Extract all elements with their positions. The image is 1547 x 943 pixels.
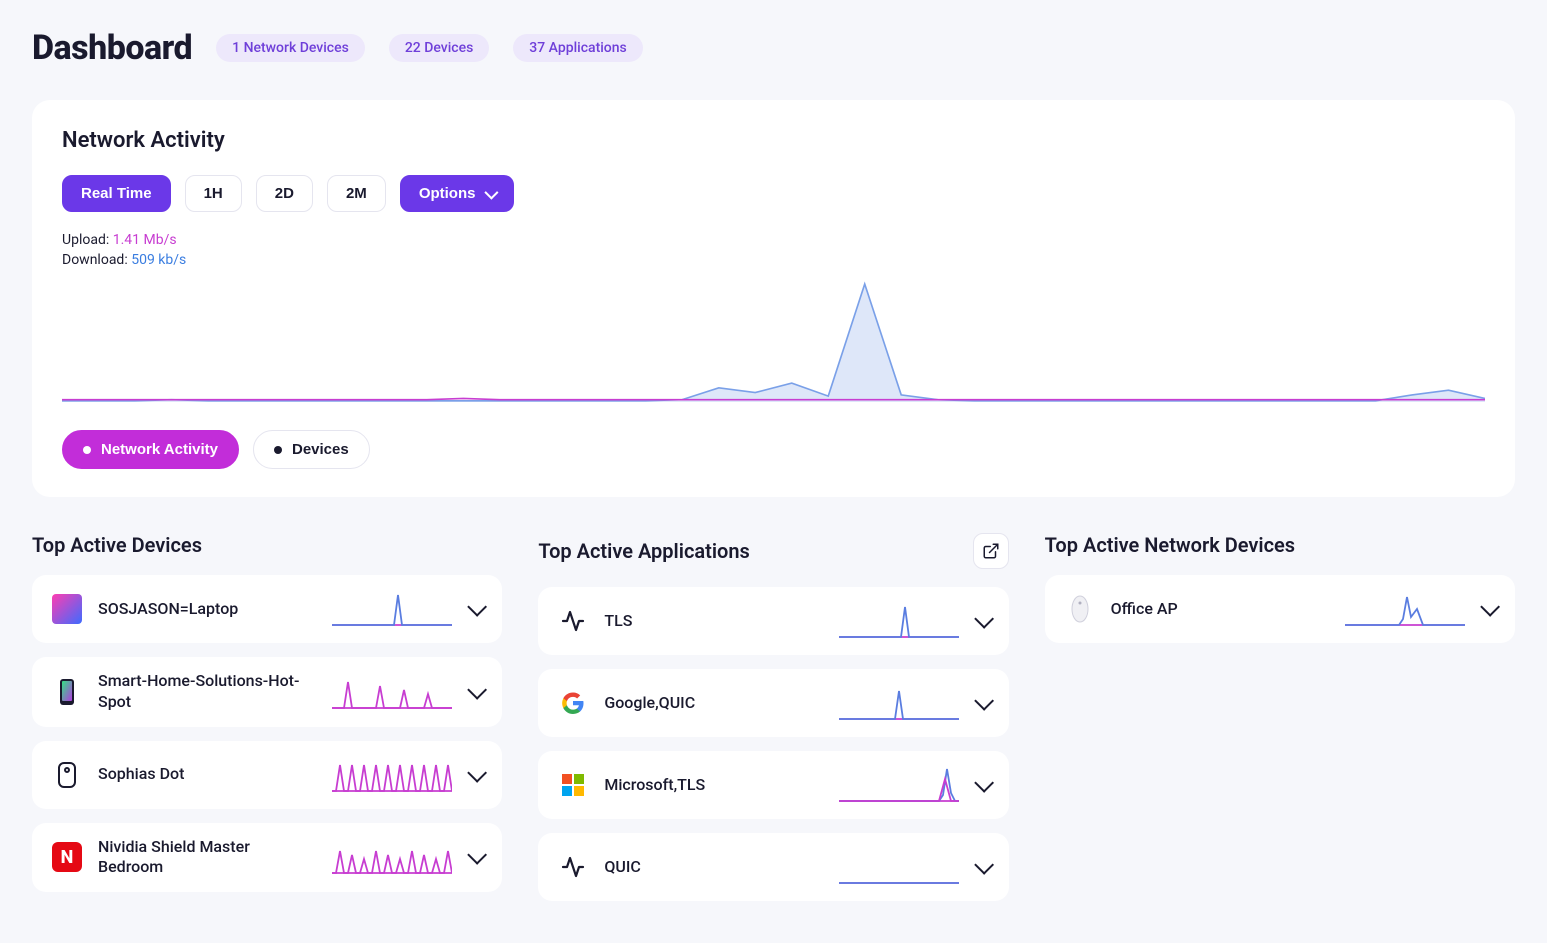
sparkline xyxy=(1345,589,1465,629)
list-item[interactable]: N Nividia Shield Master Bedroom xyxy=(32,823,502,893)
chevron-down-icon[interactable] xyxy=(468,845,488,865)
network-activity-chart xyxy=(62,278,1485,408)
top-active-applications-column: Top Active Applications TLS Google,QUIC Mi… xyxy=(538,533,1008,915)
badge-devices[interactable]: 22 Devices xyxy=(389,34,489,62)
sparkline xyxy=(332,672,452,712)
chevron-down-icon[interactable] xyxy=(974,773,994,793)
list-item[interactable]: Smart-Home-Solutions-Hot-Spot xyxy=(32,657,502,727)
top-active-network-devices-column: Top Active Network Devices Office AP xyxy=(1045,533,1515,915)
chevron-down-icon[interactable] xyxy=(974,855,994,875)
phone-icon xyxy=(52,677,82,707)
time-range-realtime[interactable]: Real Time xyxy=(62,175,171,212)
laptop-icon xyxy=(52,594,82,624)
toggle-label: Network Activity xyxy=(101,441,218,458)
download-label: Download: xyxy=(62,252,128,268)
microsoft-icon xyxy=(558,770,588,800)
list-item-label: Microsoft,TLS xyxy=(604,775,822,796)
sparkline xyxy=(839,683,959,723)
speaker-icon xyxy=(52,760,82,790)
list-item-label: TLS xyxy=(604,611,822,632)
google-icon xyxy=(558,688,588,718)
sparkline xyxy=(332,755,452,795)
dot-icon xyxy=(83,446,91,454)
list-item[interactable]: TLS xyxy=(538,587,1008,655)
activity-icon xyxy=(558,606,588,636)
column-title: Top Active Applications xyxy=(538,539,749,563)
list-item[interactable]: QUIC xyxy=(538,833,1008,901)
chevron-down-icon[interactable] xyxy=(468,680,488,700)
upload-label: Upload: xyxy=(62,232,109,248)
external-link-icon xyxy=(982,542,1000,560)
options-button[interactable]: Options xyxy=(400,175,515,212)
list-item[interactable]: SOSJASON=Laptop xyxy=(32,575,502,643)
netflix-icon: N xyxy=(52,842,82,872)
time-range-2d[interactable]: 2D xyxy=(256,175,313,212)
sparkline xyxy=(839,765,959,805)
chevron-down-icon[interactable] xyxy=(974,609,994,629)
chevron-down-icon[interactable] xyxy=(468,597,488,617)
list-item[interactable]: Office AP xyxy=(1045,575,1515,643)
chevron-down-icon xyxy=(485,185,499,199)
list-item-label: Sophias Dot xyxy=(98,764,316,785)
list-item-label: Nividia Shield Master Bedroom xyxy=(98,837,316,879)
badge-network-devices[interactable]: 1 Network Devices xyxy=(216,34,365,62)
external-link-button[interactable] xyxy=(973,533,1009,569)
time-range-2m[interactable]: 2M xyxy=(327,175,386,212)
network-activity-card: Network Activity Real Time 1H 2D 2M Opti… xyxy=(32,100,1515,497)
list-item-label: SOSJASON=Laptop xyxy=(98,599,316,620)
top-active-devices-column: Top Active Devices SOSJASON=Laptop Smart-… xyxy=(32,533,502,915)
badge-applications[interactable]: 37 Applications xyxy=(513,34,642,62)
activity-icon xyxy=(558,852,588,882)
column-title: Top Active Network Devices xyxy=(1045,533,1295,557)
toggle-network-activity[interactable]: Network Activity xyxy=(62,430,239,469)
sparkline xyxy=(332,589,452,629)
column-title: Top Active Devices xyxy=(32,533,202,557)
list-item-label: Google,QUIC xyxy=(604,693,822,714)
time-range-1h[interactable]: 1H xyxy=(185,175,242,212)
ap-icon xyxy=(1065,594,1095,624)
list-item[interactable]: Google,QUIC xyxy=(538,669,1008,737)
list-item-label: QUIC xyxy=(604,857,822,878)
list-item[interactable]: Microsoft,TLS xyxy=(538,751,1008,819)
sparkline xyxy=(332,837,452,877)
sparkline xyxy=(839,847,959,887)
list-item[interactable]: Sophias Dot xyxy=(32,741,502,809)
list-item-label: Smart-Home-Solutions-Hot-Spot xyxy=(98,671,316,713)
toggle-label: Devices xyxy=(292,441,349,458)
chevron-down-icon[interactable] xyxy=(468,763,488,783)
chevron-down-icon[interactable] xyxy=(1480,597,1500,617)
card-title: Network Activity xyxy=(62,128,1485,153)
options-label: Options xyxy=(419,185,476,202)
upload-value: 1.41 Mb/s xyxy=(113,232,177,248)
chevron-down-icon[interactable] xyxy=(974,691,994,711)
list-item-label: Office AP xyxy=(1111,599,1329,620)
toggle-devices[interactable]: Devices xyxy=(253,430,370,469)
dot-icon xyxy=(274,446,282,454)
download-value: 509 kb/s xyxy=(131,252,186,268)
page-title: Dashboard xyxy=(32,28,192,68)
sparkline xyxy=(839,601,959,641)
upload-legend: Upload: 1.41 Mb/s xyxy=(62,232,1485,248)
download-legend: Download: 509 kb/s xyxy=(62,252,1485,268)
